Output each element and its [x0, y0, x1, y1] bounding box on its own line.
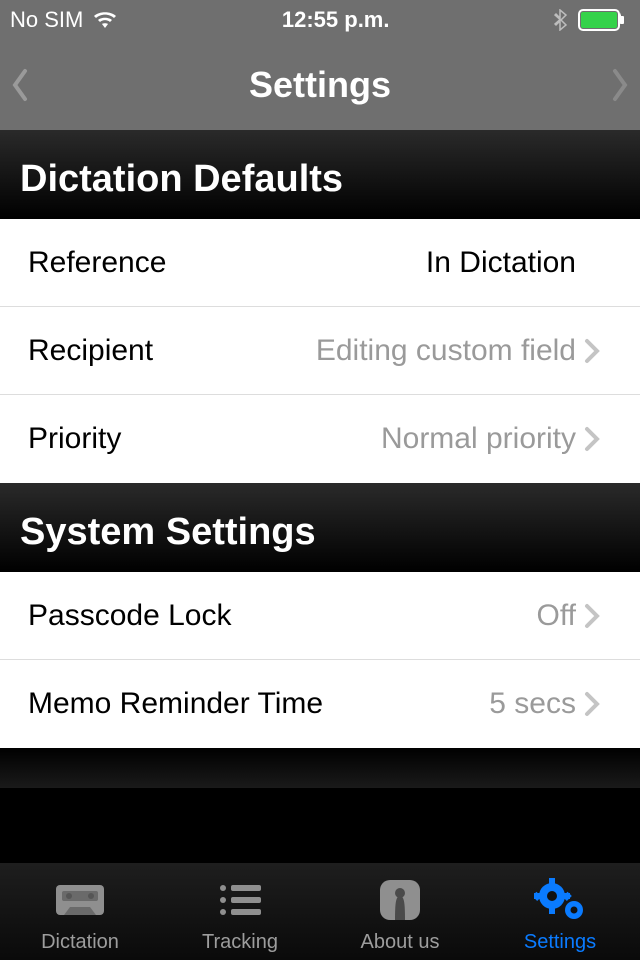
wifi-icon [93, 11, 117, 29]
row-value: Off [537, 599, 576, 633]
list-system: Passcode Lock Off Memo Reminder Time 5 s… [0, 572, 640, 748]
status-bar: No SIM 12:55 p.m. [0, 0, 640, 40]
chevron-right-icon [584, 338, 618, 364]
cassette-icon [54, 873, 106, 927]
row-value: In Dictation [426, 246, 576, 280]
bluetooth-icon [554, 9, 568, 31]
about-icon [378, 873, 422, 927]
row-recipient[interactable]: Recipient Editing custom field [0, 307, 640, 395]
tab-label: Settings [524, 931, 596, 954]
carrier-text: No SIM [10, 7, 83, 33]
page-title: Settings [249, 64, 391, 106]
row-value: Editing custom field [316, 334, 576, 368]
tab-settings[interactable]: Settings [480, 863, 640, 960]
nav-forward-button[interactable] [600, 40, 640, 130]
row-value: Normal priority [381, 422, 576, 456]
tab-label: Tracking [202, 931, 278, 954]
row-value: 5 secs [489, 687, 576, 721]
section-title: System Settings [20, 511, 620, 554]
chevron-right-icon [584, 426, 618, 452]
tab-bar: Dictation Tracking About us [0, 862, 640, 960]
row-label: Reference [28, 246, 166, 280]
row-label: Memo Reminder Time [28, 687, 323, 721]
nav-back-button[interactable] [0, 40, 40, 130]
row-label: Priority [28, 422, 121, 456]
tab-dictation[interactable]: Dictation [0, 863, 160, 960]
list-icon [217, 873, 263, 927]
row-passcode-lock[interactable]: Passcode Lock Off [0, 572, 640, 660]
tab-tracking[interactable]: Tracking [160, 863, 320, 960]
row-reference[interactable]: Reference In Dictation [0, 219, 640, 307]
list-dictation: Reference In Dictation Recipient Editing… [0, 219, 640, 483]
tab-label: Dictation [41, 931, 119, 954]
row-label: Passcode Lock [28, 599, 231, 633]
tab-about[interactable]: About us [320, 863, 480, 960]
row-label: Recipient [28, 334, 153, 368]
content-scroll[interactable]: Dictation Defaults Reference In Dictatio… [0, 130, 640, 862]
tab-label: About us [361, 931, 440, 954]
chevron-right-icon [584, 691, 618, 717]
row-priority[interactable]: Priority Normal priority [0, 395, 640, 483]
row-memo-reminder[interactable]: Memo Reminder Time 5 secs [0, 660, 640, 748]
battery-icon [578, 9, 630, 31]
nav-header: Settings [0, 40, 640, 130]
section-title: Dictation Defaults [20, 158, 620, 201]
chevron-right-icon [584, 603, 618, 629]
bottom-spacer [0, 748, 640, 788]
section-header-system: System Settings [0, 483, 640, 572]
section-header-dictation: Dictation Defaults [0, 130, 640, 219]
clock-text: 12:55 p.m. [282, 7, 390, 33]
gear-icon [534, 873, 586, 927]
